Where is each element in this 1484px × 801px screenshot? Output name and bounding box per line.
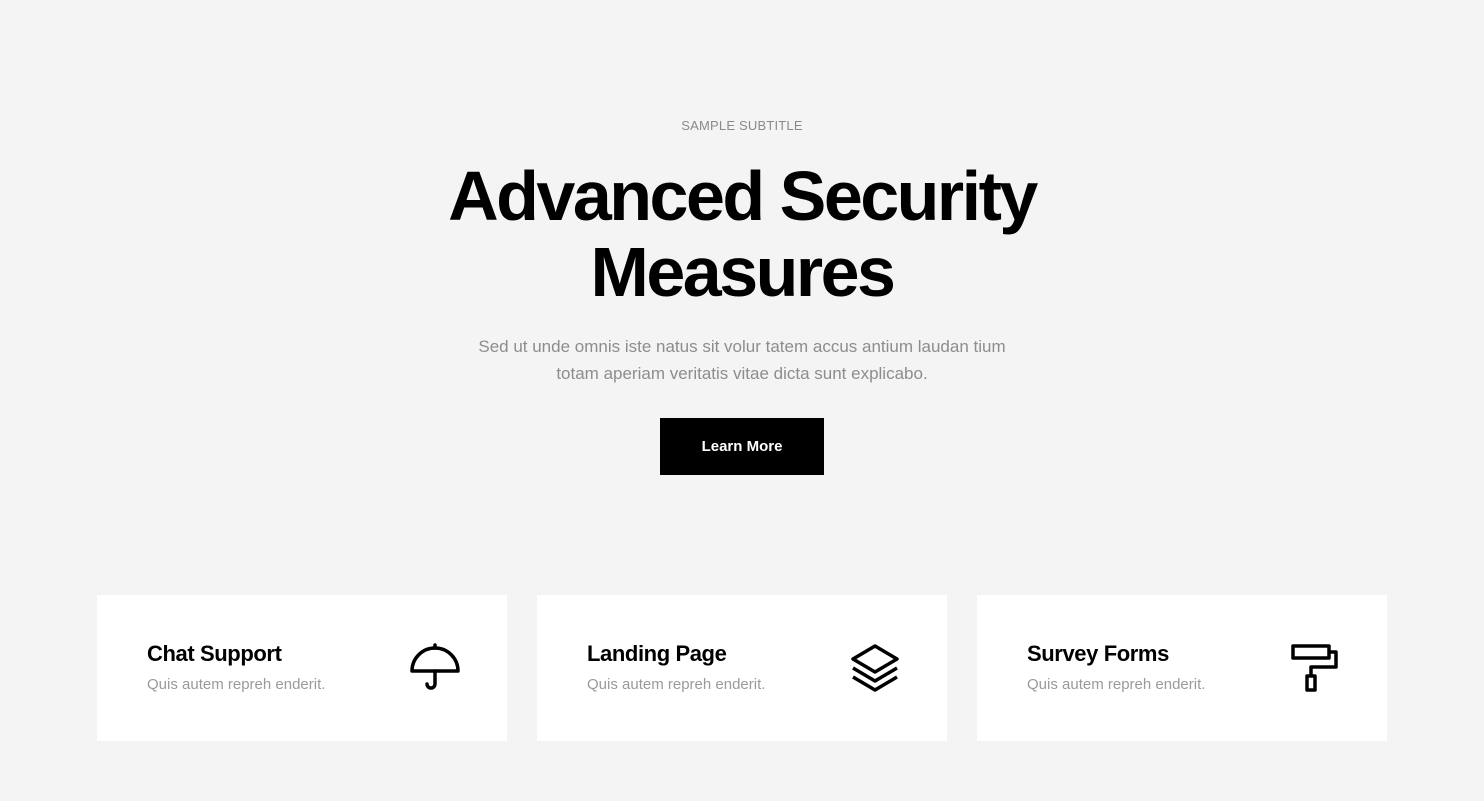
hero-description-line1: Sed ut unde omnis iste natus sit volur t…	[478, 337, 1006, 356]
feature-card-landing-page[interactable]: Landing Page Quis autem repreh enderit.	[537, 595, 947, 741]
hero-title: Advanced Security Measures	[0, 158, 1484, 310]
umbrella-icon	[410, 643, 460, 690]
card-text: Quis autem repreh enderit.	[1027, 676, 1206, 693]
hero-description: Sed ut unde omnis iste natus sit volur t…	[442, 333, 1042, 387]
hero-description-line2: totam aperiam veritatis vitae dicta sunt…	[556, 364, 928, 383]
card-text: Quis autem repreh enderit.	[147, 676, 326, 693]
feature-card-chat-support[interactable]: Chat Support Quis autem repreh enderit.	[97, 595, 507, 741]
card-title: Chat Support	[147, 641, 282, 666]
feature-card-survey-forms[interactable]: Survey Forms Quis autem repreh enderit.	[977, 595, 1387, 741]
card-title: Survey Forms	[1027, 641, 1169, 666]
layers-icon	[851, 644, 899, 692]
hero-title-line1: Advanced Security	[448, 157, 1038, 235]
paint-roller-icon	[1291, 644, 1338, 692]
hero-title-line2: Measures	[590, 233, 896, 311]
card-title: Landing Page	[587, 641, 727, 666]
card-text: Quis autem repreh enderit.	[587, 676, 766, 693]
learn-more-button[interactable]: Learn More	[660, 418, 824, 475]
hero-subtitle: SAMPLE SUBTITLE	[681, 118, 803, 133]
